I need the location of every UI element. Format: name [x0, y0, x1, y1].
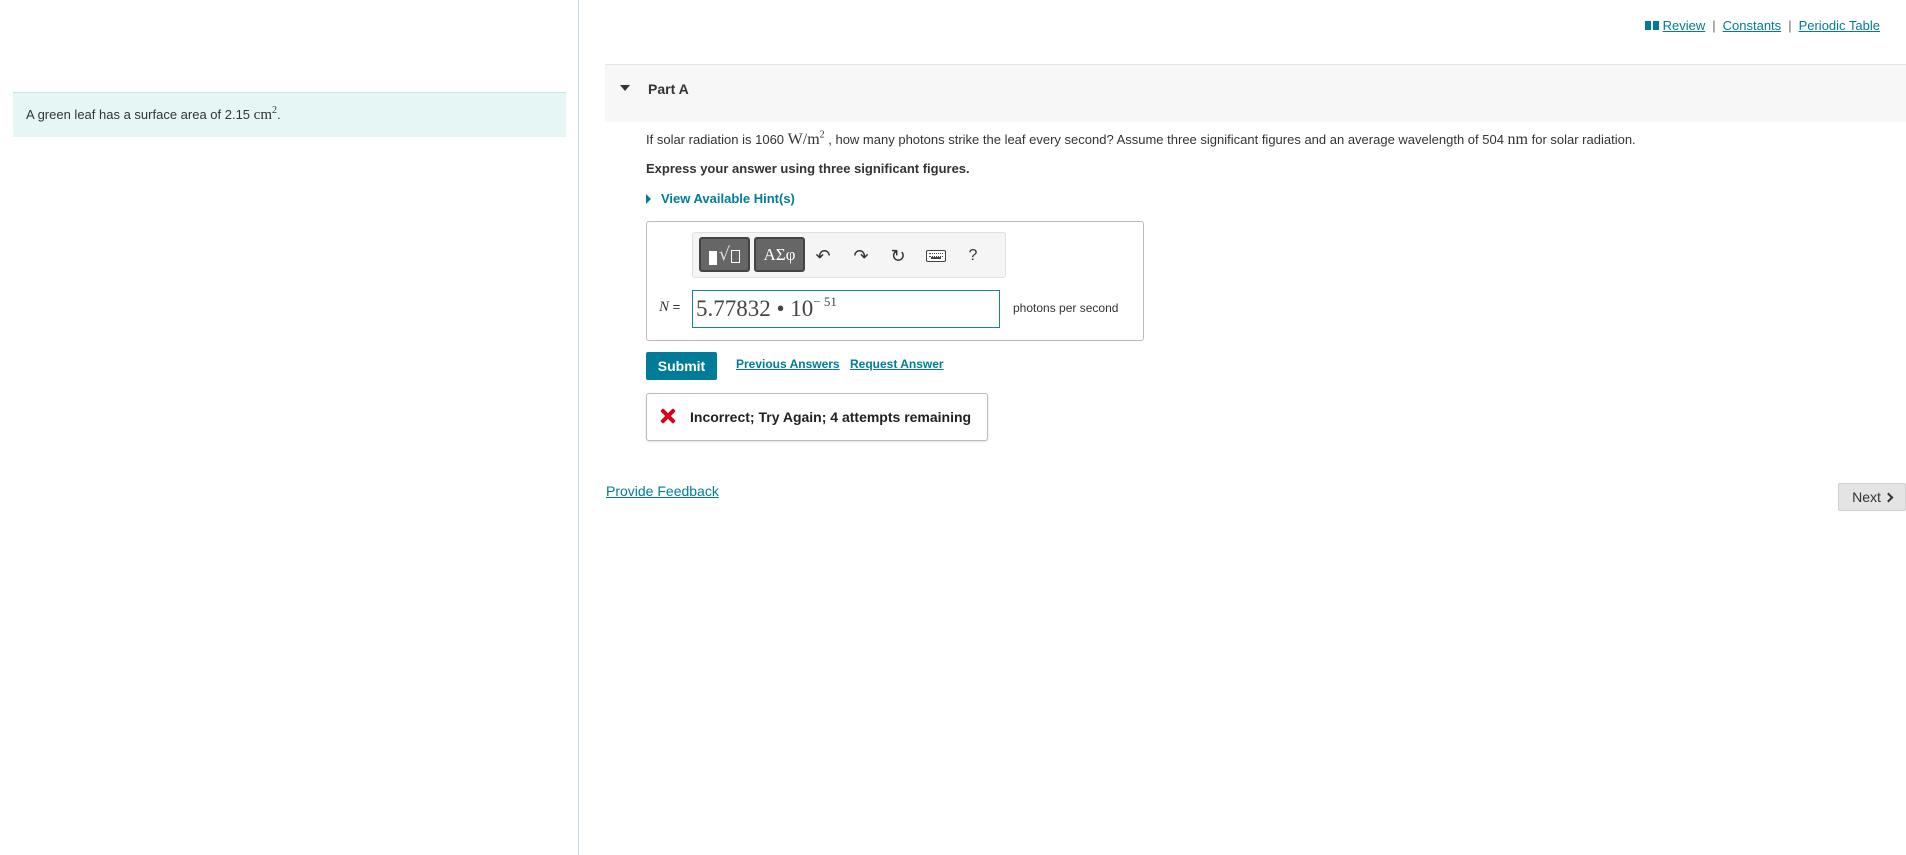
- chevron-right-icon: [1883, 492, 1894, 502]
- view-hints-label: View Available Hint(s): [661, 191, 795, 206]
- link-separator: |: [1788, 18, 1792, 33]
- unit-watts-per-m2: W/m2: [787, 129, 825, 148]
- answer-box: √ ΑΣφ ↶ ↷ ↻ ? N = 5.77832 • 10− 51 photo…: [646, 221, 1144, 341]
- answer-units: photons per second: [1013, 301, 1119, 315]
- provide-feedback-link[interactable]: Provide Feedback: [606, 483, 719, 499]
- undo-icon[interactable]: ↶: [811, 245, 835, 267]
- submit-button[interactable]: Submit: [646, 352, 717, 380]
- math-toolbar: √ ΑΣφ ↶ ↷ ↻ ?: [692, 232, 1006, 278]
- intro-text: A green leaf has a surface area of 2.15: [26, 107, 254, 122]
- feedback-message: Incorrect; Try Again; 4 attempts remaini…: [690, 409, 972, 425]
- intro-unit: cm2: [253, 105, 277, 124]
- error-x-icon: [660, 408, 676, 424]
- periodic-table-link[interactable]: Periodic Table: [1799, 18, 1880, 33]
- feedback-box: Incorrect; Try Again; 4 attempts remaini…: [646, 393, 988, 441]
- constants-link[interactable]: Constants: [1723, 18, 1782, 33]
- view-hints-toggle[interactable]: View Available Hint(s): [646, 191, 795, 206]
- keyboard-icon[interactable]: [924, 245, 948, 267]
- part-a-header[interactable]: Part A: [605, 64, 1906, 122]
- next-label: Next: [1852, 489, 1881, 505]
- resource-links: Review | Constants | Periodic Table: [1644, 18, 1880, 33]
- template-square-icon: [708, 250, 717, 265]
- greek-symbols-button[interactable]: ΑΣφ: [754, 237, 805, 272]
- unit-nm: nm: [1507, 131, 1528, 148]
- redo-icon[interactable]: ↷: [849, 245, 873, 267]
- link-separator: |: [1712, 18, 1716, 33]
- templates-button[interactable]: √: [699, 237, 750, 272]
- caret-right-icon: [646, 193, 651, 204]
- part-title: Part A: [648, 81, 689, 97]
- review-link[interactable]: Review: [1663, 18, 1706, 33]
- book-icon: [1644, 20, 1659, 31]
- collapse-caret-icon[interactable]: [620, 85, 630, 91]
- next-button[interactable]: Next: [1838, 483, 1906, 511]
- request-answer-link[interactable]: Request Answer: [850, 357, 944, 371]
- template-box-icon: [731, 250, 741, 263]
- question-text: If solar radiation is 1060 W/m2 , how ma…: [646, 129, 1636, 148]
- intro-period: .: [276, 107, 281, 122]
- intro-statement: A green leaf has a surface area of 2.15 …: [13, 92, 566, 137]
- answer-mantissa: 5.77832 • 10: [696, 296, 814, 321]
- answer-input[interactable]: 5.77832 • 10− 51: [692, 290, 1000, 328]
- variable-label: N =: [659, 299, 681, 315]
- answer-exponent: − 51: [813, 294, 837, 309]
- reset-icon[interactable]: ↻: [886, 245, 910, 267]
- root-icon: √: [718, 244, 731, 265]
- left-pane: A green leaf has a surface area of 2.15 …: [0, 0, 579, 855]
- instruction-text: Express your answer using three signific…: [646, 161, 970, 176]
- help-icon[interactable]: ?: [961, 245, 985, 267]
- previous-answers-link[interactable]: Previous Answers: [736, 357, 840, 371]
